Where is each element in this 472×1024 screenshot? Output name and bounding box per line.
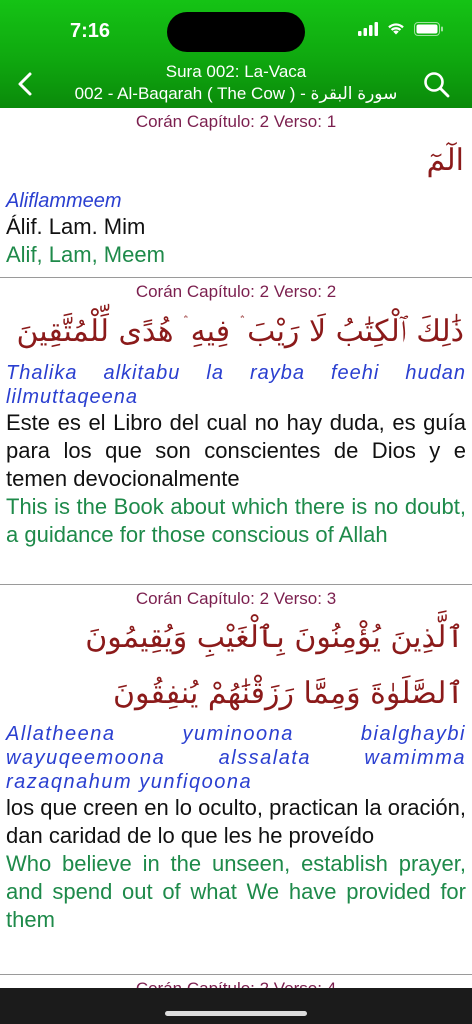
dynamic-island xyxy=(167,12,305,52)
sura-title: Sura 002: La-Vaca xyxy=(165,62,307,81)
header-bar: 7:16 Sura 002: La-Vaca 002 - Al-Baqarah … xyxy=(0,0,472,108)
bottom-safe-area xyxy=(0,988,472,1024)
verse-spanish: Este es el Libro del cual no hay duda, e… xyxy=(6,410,466,491)
status-bar: 7:16 xyxy=(0,0,472,58)
verse-transliteration: Aliflammeem xyxy=(6,190,122,212)
verse-item[interactable]: Corán Capítulo: 2 Verso: 2 ذَٰلِكَ ٱلْكِ… xyxy=(0,278,472,585)
verse-english: This is the Book about which there is no… xyxy=(6,494,466,547)
verse-arabic: الٓمٓ xyxy=(426,143,464,178)
verse-transliteration: Thalika alkitabu la rayba feehi hudan li… xyxy=(6,362,466,408)
battery-icon xyxy=(414,21,443,36)
verse-heading: Corán Capítulo: 2 Verso: 2 xyxy=(135,282,337,301)
verse-item[interactable]: Corán Capítulo: 2 Verso: 1 الٓمٓ Aliflam… xyxy=(0,108,472,278)
verse-english: Alif, Lam, Meem xyxy=(6,242,165,267)
sura-subtitle: 002 - Al-Baqarah ( The Cow ) - سورة البق… xyxy=(74,84,398,103)
verse-heading: Corán Capítulo: 2 Verso: 1 xyxy=(135,112,337,131)
search-icon xyxy=(424,72,450,98)
signal-icon xyxy=(358,21,378,36)
status-icons xyxy=(358,21,444,36)
verse-heading: Corán Capítulo: 2 Verso: 4 xyxy=(6,975,466,988)
status-time: 7:16 xyxy=(70,20,111,42)
verse-spanish: los que creen en lo oculto, practican la… xyxy=(6,795,466,848)
home-indicator[interactable] xyxy=(165,1011,307,1016)
verse-arabic: ذَٰلِكَ ٱلْكِتَٰبُ لَا رَيْبَ ۛ فِيهِ ۛ … xyxy=(16,314,464,349)
verse-item[interactable]: Corán Capítulo: 2 Verso: 4 xyxy=(0,975,472,988)
verse-heading: Corán Capítulo: 2 Verso: 3 xyxy=(135,589,337,608)
verse-list[interactable]: Corán Capítulo: 2 Verso: 1 الٓمٓ Aliflam… xyxy=(0,108,472,988)
wifi-icon xyxy=(388,23,404,35)
verse-transliteration: Allatheena yuminoona bialghaybi wayuqeem… xyxy=(6,723,466,793)
verse-arabic: ٱلَّذِينَ يُؤْمِنُونَ بِٱلْغَيْبِ وَيُقِ… xyxy=(85,620,464,711)
navigation-bar: Sura 002: La-Vaca 002 - Al-Baqarah ( The… xyxy=(0,58,472,108)
verse-spanish: Álif. Lam. Mim xyxy=(6,214,146,239)
verse-english: Who believe in the unseen, establish pra… xyxy=(6,851,466,932)
verse-item[interactable]: Corán Capítulo: 2 Verso: 3 ٱلَّذِينَ يُؤ… xyxy=(0,585,472,975)
search-button[interactable] xyxy=(422,70,452,100)
